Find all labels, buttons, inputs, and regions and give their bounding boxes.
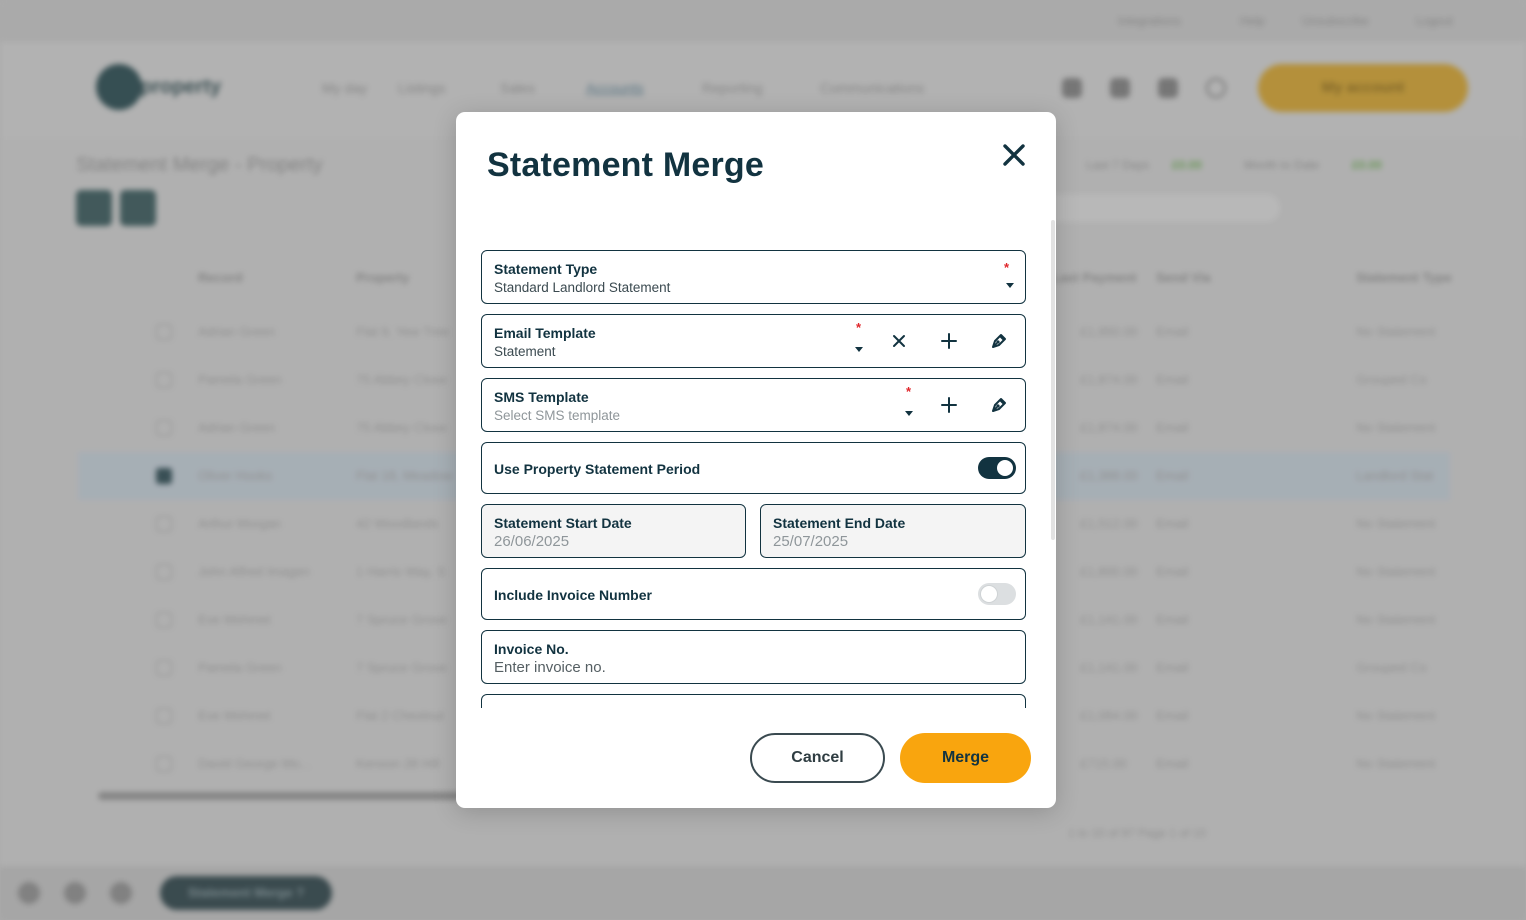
field-placeholder: Enter invoice no. xyxy=(494,659,606,676)
toggle-knob xyxy=(997,460,1013,476)
field-label: Statement Start Date xyxy=(494,515,632,531)
field-placeholder: Select SMS template xyxy=(494,408,621,423)
edit-pen-icon[interactable] xyxy=(988,394,1010,416)
dialog-title: Statement Merge xyxy=(487,146,764,184)
cancel-button[interactable]: Cancel xyxy=(750,733,885,783)
field-label: Statement End Date xyxy=(773,515,906,531)
field-value: Standard Landlord Statement xyxy=(494,280,671,295)
required-mark: * xyxy=(906,384,912,399)
toggle-knob xyxy=(981,586,997,602)
next-field[interactable] xyxy=(481,694,1026,708)
field-value: 25/07/2025 xyxy=(773,533,849,550)
clear-icon[interactable] xyxy=(888,330,910,352)
toggle-label: Include Invoice Number xyxy=(494,587,652,603)
use-property-period-toggle[interactable] xyxy=(978,457,1016,479)
statement-merge-dialog: Statement Merge Statement Type Standard … xyxy=(456,112,1056,808)
field-label: Invoice No. xyxy=(494,641,569,657)
field-label: SMS Template xyxy=(494,389,589,405)
chevron-down-icon[interactable] xyxy=(1006,283,1014,288)
chevron-down-icon[interactable] xyxy=(905,411,913,416)
add-template-icon[interactable] xyxy=(938,330,960,352)
chevron-down-icon[interactable] xyxy=(855,347,863,352)
field-value: 26/06/2025 xyxy=(494,533,570,550)
required-mark: * xyxy=(856,320,862,335)
include-invoice-number-toggle[interactable] xyxy=(978,583,1016,605)
sms-template-select[interactable]: SMS Template Select SMS template * xyxy=(481,378,1026,432)
toggle-label: Use Property Statement Period xyxy=(494,461,701,477)
field-label: Email Template xyxy=(494,325,596,341)
merge-button[interactable]: Merge xyxy=(900,733,1031,783)
email-template-select[interactable]: Email Template Statement * xyxy=(481,314,1026,368)
edit-pen-icon[interactable] xyxy=(988,330,1010,352)
invoice-no-input[interactable]: Invoice No. Enter invoice no. xyxy=(481,630,1026,684)
statement-type-select[interactable]: Statement Type Standard Landlord Stateme… xyxy=(481,250,1026,304)
add-template-icon[interactable] xyxy=(938,394,960,416)
dialog-scrollbar[interactable] xyxy=(1051,220,1055,540)
close-icon[interactable] xyxy=(999,140,1029,170)
required-mark: * xyxy=(1004,260,1010,275)
include-invoice-number-row: Include Invoice Number xyxy=(481,568,1026,620)
field-label: Statement Type xyxy=(494,261,598,277)
statement-start-date-field[interactable]: Statement Start Date 26/06/2025 xyxy=(481,504,746,558)
clip-area xyxy=(481,694,1026,708)
field-value: Statement xyxy=(494,344,556,359)
use-property-period-row: Use Property Statement Period xyxy=(481,442,1026,494)
statement-end-date-field[interactable]: Statement End Date 25/07/2025 xyxy=(760,504,1026,558)
